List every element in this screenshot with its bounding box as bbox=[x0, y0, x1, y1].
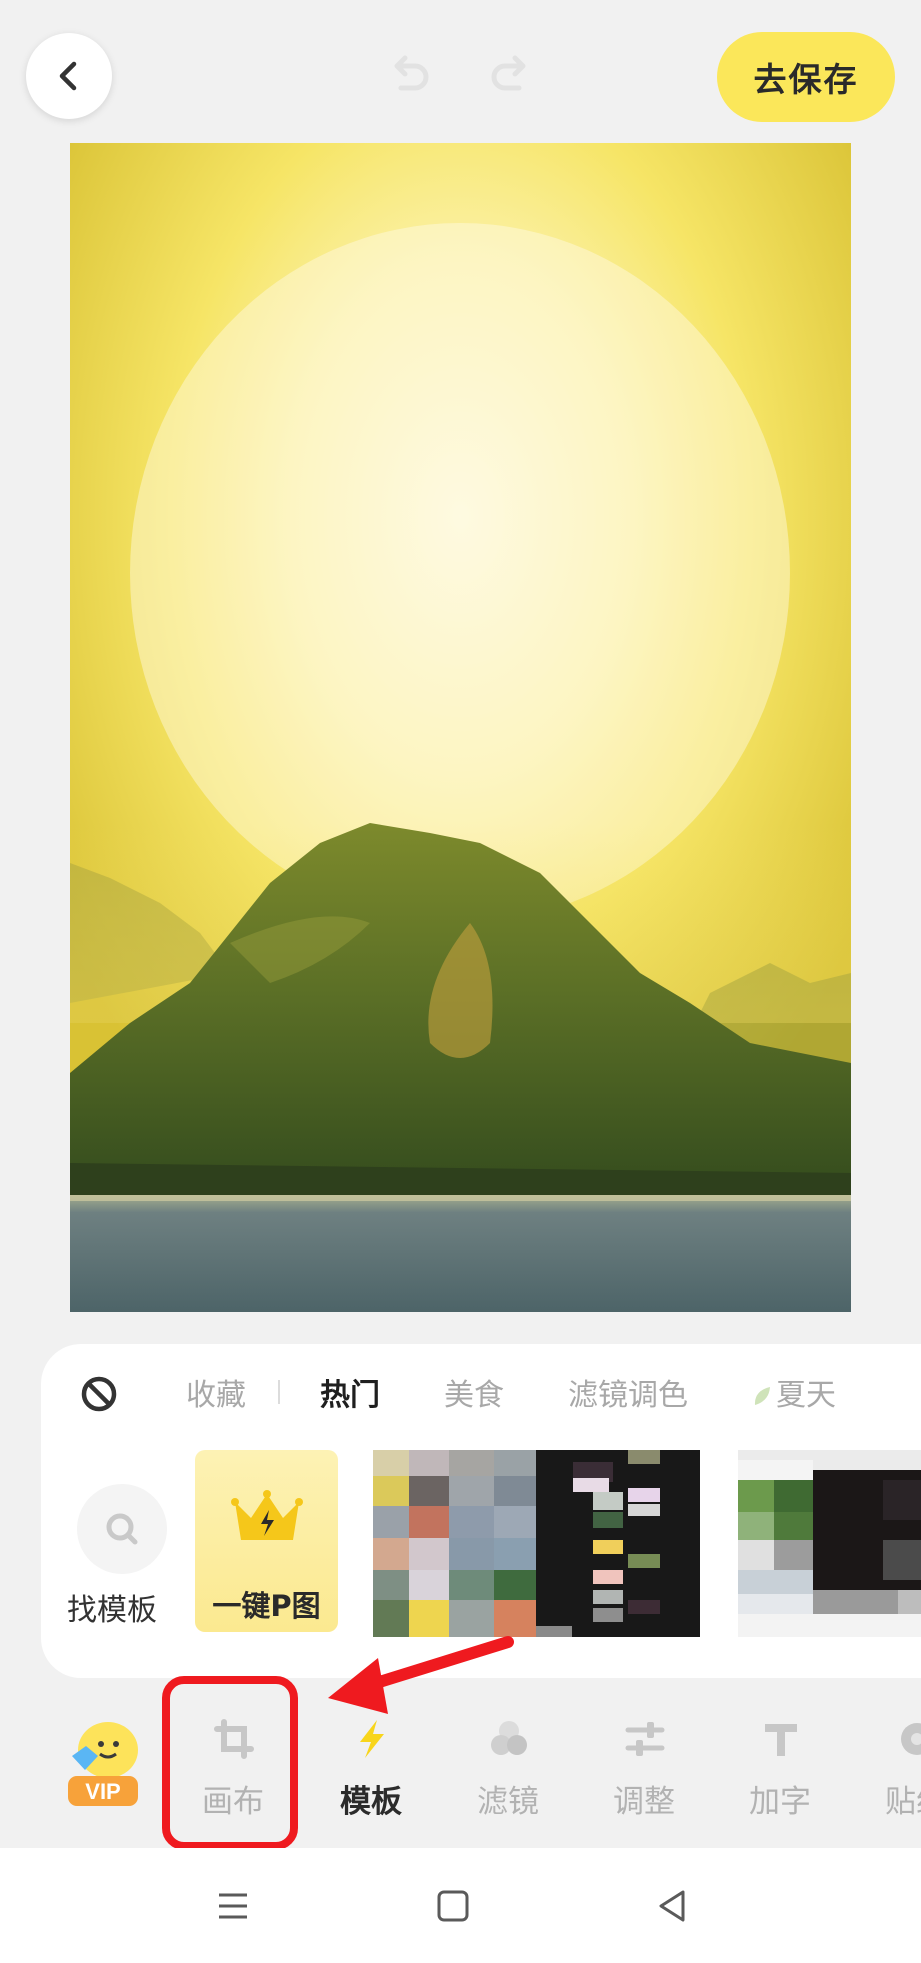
home-square-icon[interactable] bbox=[433, 1886, 473, 1926]
undo-icon[interactable] bbox=[383, 50, 433, 100]
tab-favorites[interactable]: 收藏 bbox=[186, 1370, 246, 1414]
tool-filter[interactable]: 滤镜 bbox=[453, 1708, 563, 1828]
find-template-label: 找模板 bbox=[67, 1593, 157, 1628]
category-tabs: 收藏 热门 美食 滤镜调色 夏天 bbox=[186, 1370, 900, 1414]
sticker-icon bbox=[901, 1723, 921, 1755]
template-thumbnail[interactable] bbox=[373, 1450, 700, 1637]
back-button[interactable] bbox=[26, 33, 112, 119]
landscape-photo bbox=[70, 143, 851, 1312]
tool-filter-label: 滤镜 bbox=[477, 1784, 539, 1820]
find-template-button[interactable] bbox=[77, 1484, 167, 1574]
mosaic-thumbnail-image bbox=[738, 1450, 921, 1637]
tab-hot[interactable]: 热门 bbox=[320, 1370, 380, 1414]
prohibit-icon[interactable] bbox=[79, 1374, 119, 1414]
tool-text[interactable]: 加字 bbox=[725, 1708, 835, 1828]
menu-icon[interactable] bbox=[213, 1886, 253, 1926]
one-click-edit-label: 一键P图 bbox=[212, 1589, 321, 1623]
lightning-icon bbox=[360, 1720, 384, 1758]
tab-filter-color[interactable]: 滤镜调色 bbox=[568, 1370, 688, 1414]
sliders-icon bbox=[625, 1722, 665, 1756]
redo-icon[interactable] bbox=[487, 50, 537, 100]
tool-sticker[interactable]: 贴纸 bbox=[861, 1708, 921, 1828]
system-nav-bar bbox=[0, 1848, 921, 1963]
crown-lightning-icon bbox=[231, 1490, 303, 1540]
back-triangle-icon[interactable] bbox=[653, 1886, 693, 1926]
save-button[interactable]: 去保存 bbox=[717, 32, 895, 122]
tab-summer-label: 夏天 bbox=[776, 1378, 836, 1413]
template-thumbnail[interactable] bbox=[738, 1450, 921, 1637]
tab-food[interactable]: 美食 bbox=[444, 1370, 504, 1414]
photo-canvas[interactable] bbox=[70, 143, 851, 1312]
search-icon bbox=[106, 1513, 138, 1545]
highlight-annotation bbox=[162, 1676, 298, 1850]
chevron-left-icon bbox=[59, 61, 77, 91]
tab-divider bbox=[278, 1380, 280, 1404]
tab-summer[interactable]: 夏天 bbox=[752, 1370, 836, 1414]
tool-text-label: 加字 bbox=[749, 1784, 811, 1820]
vip-badge[interactable]: VIP bbox=[64, 1718, 142, 1810]
template-panel: 收藏 热门 美食 滤镜调色 夏天 找模板 一键P图 bbox=[41, 1344, 921, 1678]
tool-sticker-label: 贴纸 bbox=[885, 1784, 921, 1820]
tool-template-label: 模板 bbox=[340, 1784, 402, 1820]
tool-template[interactable]: 模板 bbox=[316, 1708, 426, 1828]
filter-icon bbox=[491, 1721, 527, 1755]
vip-label: VIP bbox=[85, 1779, 120, 1804]
tool-adjust[interactable]: 调整 bbox=[589, 1708, 699, 1828]
leaf-icon bbox=[754, 1387, 770, 1405]
red-arrow-icon bbox=[328, 1636, 514, 1714]
tool-adjust-label: 调整 bbox=[613, 1784, 675, 1820]
one-click-edit-card[interactable]: 一键P图 bbox=[195, 1450, 338, 1632]
text-icon bbox=[765, 1724, 797, 1756]
mosaic-thumbnail-image bbox=[373, 1450, 700, 1637]
